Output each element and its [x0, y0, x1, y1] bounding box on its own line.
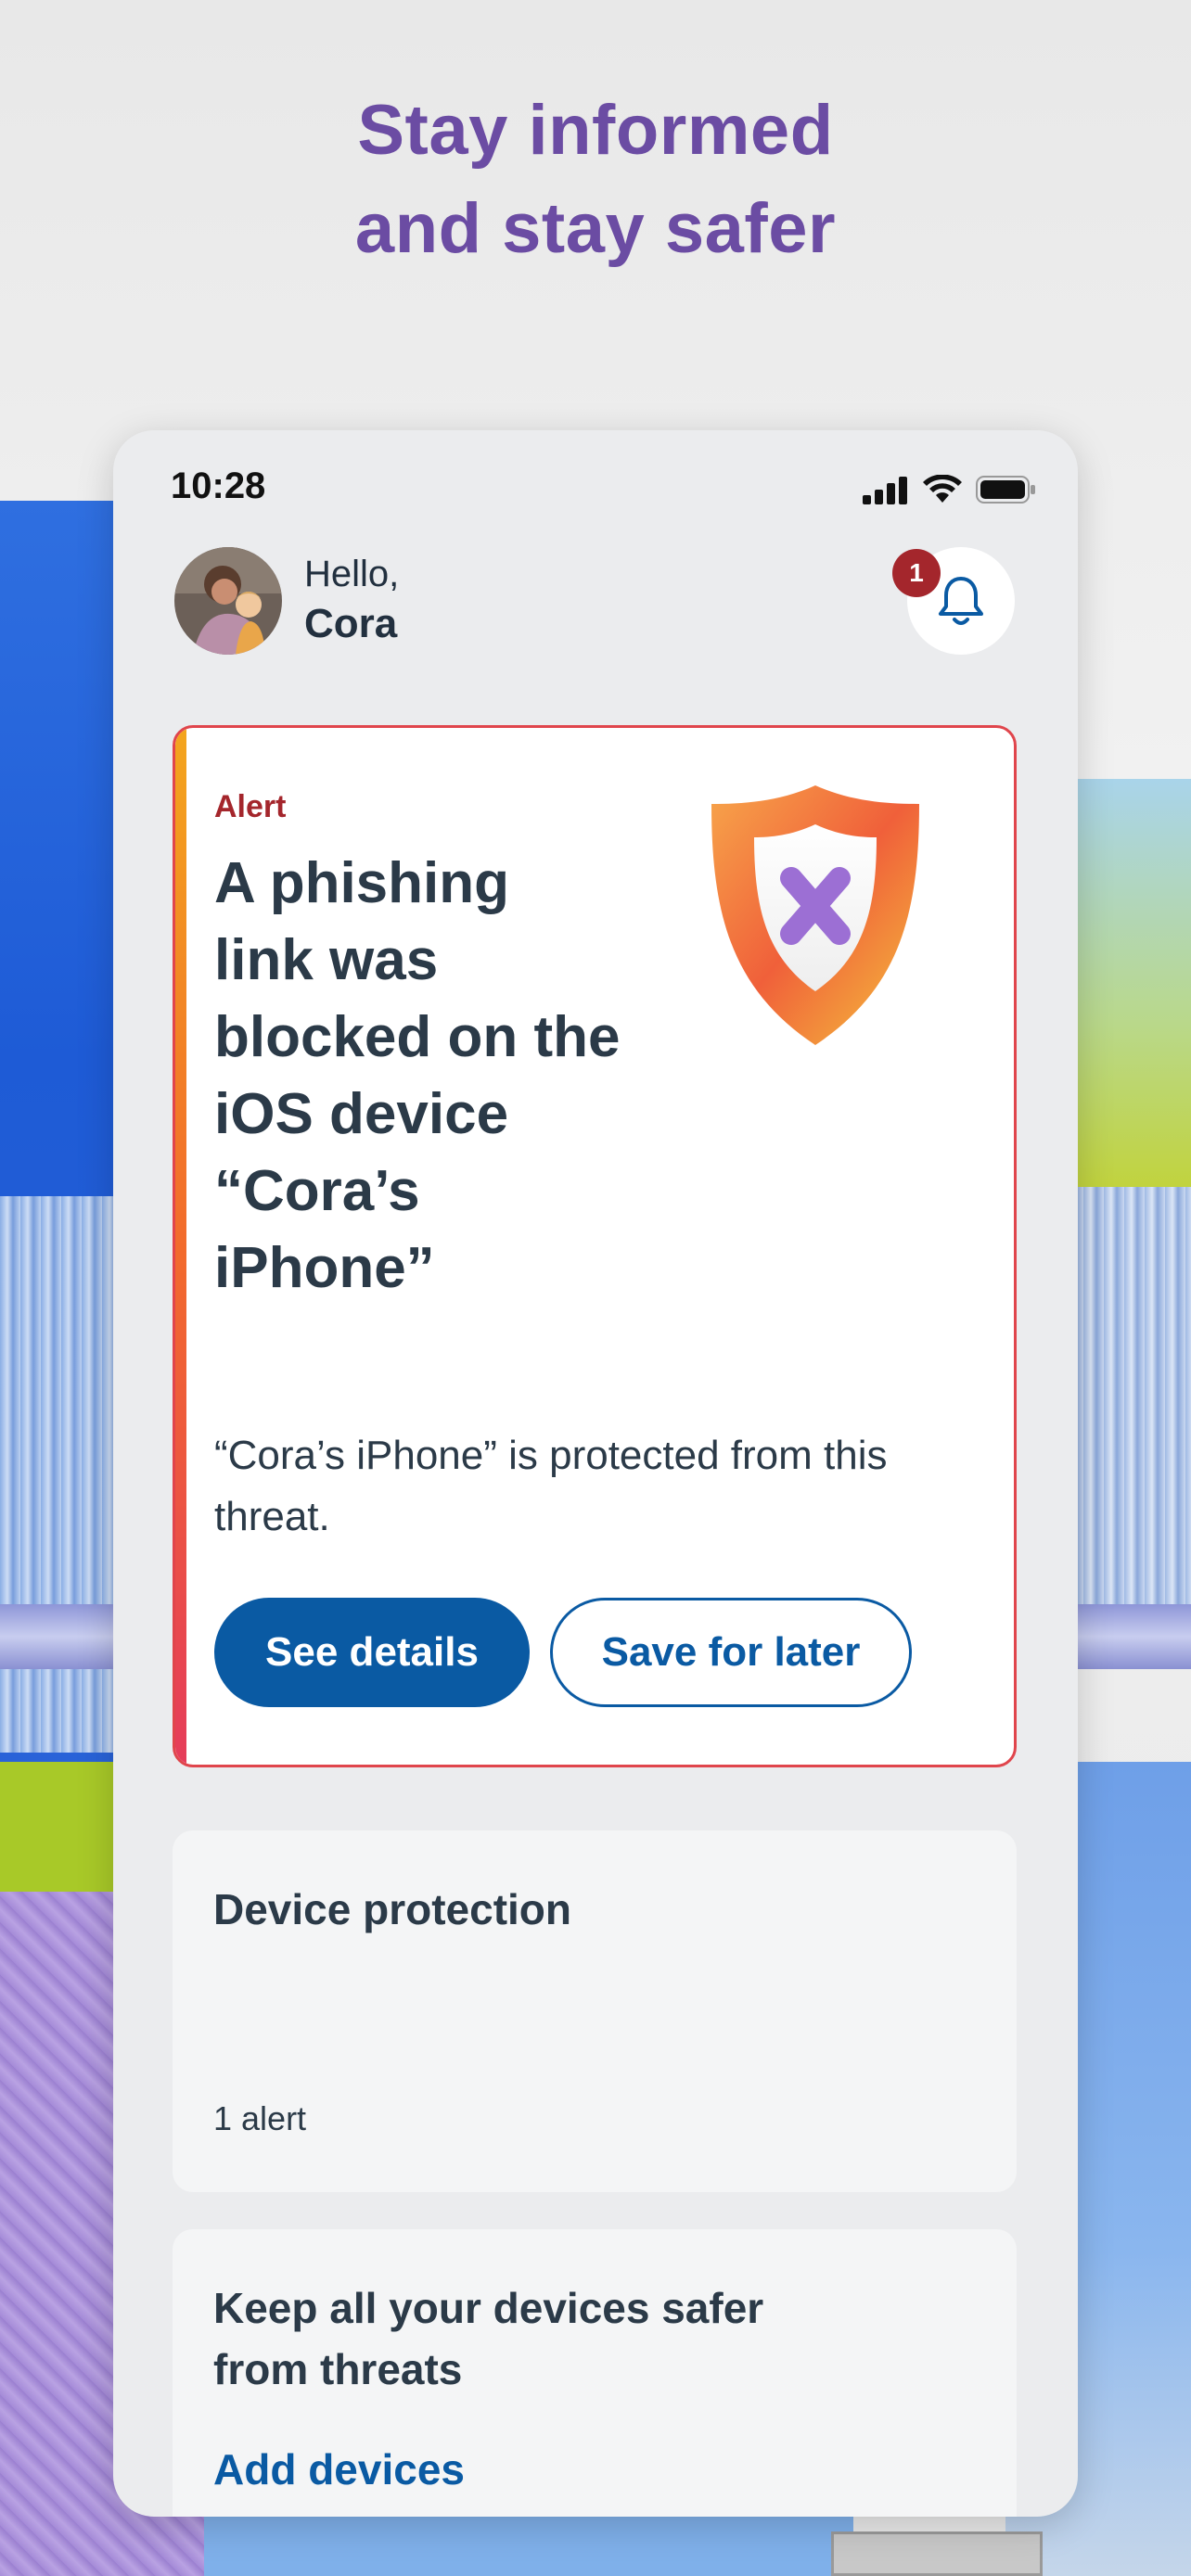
add-devices-card[interactable]: Keep all your devices safer from threats… [173, 2229, 1017, 2517]
headline-line-2: and stay safer [354, 189, 837, 268]
avatar-photo [174, 547, 282, 655]
bell-icon [939, 577, 983, 625]
greeting-hello: Hello, [304, 554, 400, 594]
see-details-button[interactable]: See details [214, 1598, 530, 1707]
alert-card[interactable]: Alert A phishing link was blocked on the… [173, 725, 1017, 1767]
cellular-signal-icon [863, 477, 907, 504]
alert-body: “Cora’s iPhone” is protected from this t… [214, 1433, 888, 1539]
status-icons [863, 471, 1037, 504]
phone-screen: 10:28 Hello, Cora 1 Alert A phishing lin… [113, 430, 1078, 2517]
save-for-later-button[interactable]: Save for later [550, 1598, 912, 1707]
add-devices-link[interactable]: Add devices [213, 2444, 465, 2494]
greeting: Hello, Cora [304, 549, 399, 649]
alert-accent-edge [175, 728, 186, 1765]
avatar[interactable] [174, 547, 282, 655]
background-metal-object [831, 2531, 1043, 2576]
headline-line-1: Stay informed [357, 91, 834, 170]
notification-badge: 1 [892, 549, 941, 597]
device-protection-card[interactable]: Device protection 1 alert [173, 1830, 1017, 2192]
alert-title: A phishing link was blocked on the iOS d… [214, 851, 621, 1300]
status-time: 10:28 [171, 465, 266, 506]
alert-kicker: Alert [214, 789, 287, 824]
greeting-name: Cora [304, 601, 398, 646]
battery-icon [976, 476, 1035, 504]
device-protection-title: Device protection [213, 1885, 571, 1933]
device-protection-alert-count: 1 alert [213, 2099, 307, 2137]
wifi-icon [923, 475, 962, 503]
shield-x-icon [711, 785, 919, 1045]
add-devices-title: Keep all your devices safer from threats [213, 2284, 764, 2393]
marketing-headline: Stay informed and stay safer [0, 82, 1191, 278]
status-bar: 10:28 [113, 430, 1078, 542]
